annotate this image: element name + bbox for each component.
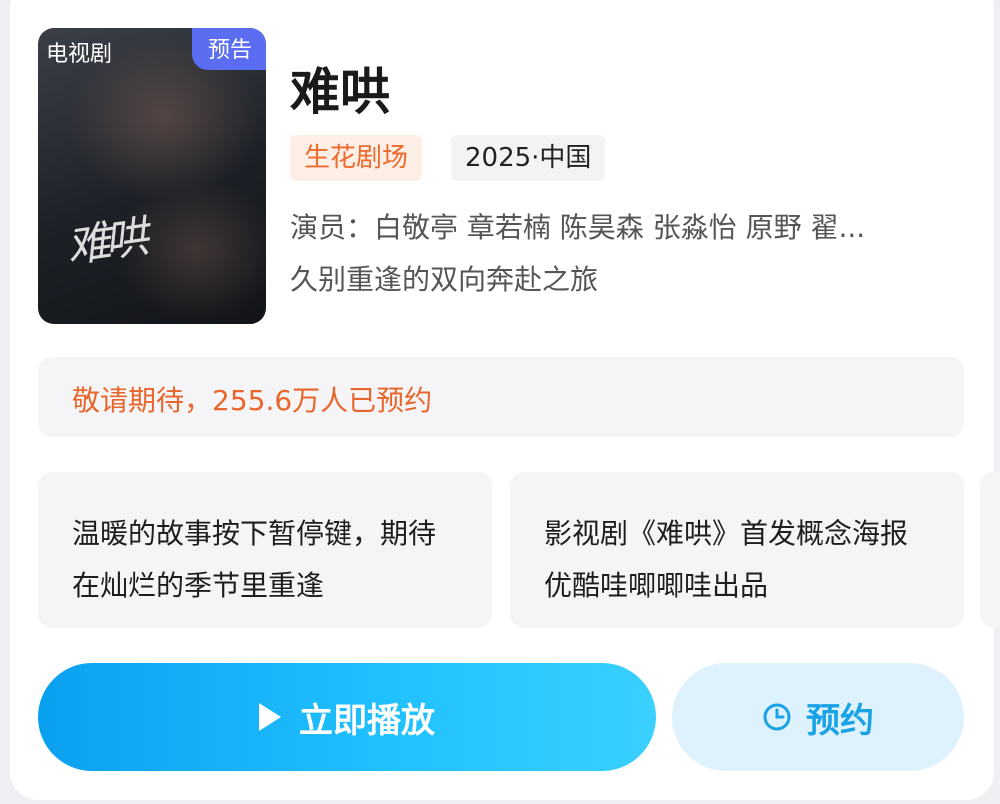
reservation-count-text: 敬请期待，255.6万人已预约 xyxy=(72,384,433,417)
play-now-label: 立即播放 xyxy=(299,700,435,741)
info-card[interactable]: 温暖的故事按下暂停键，期待在灿烂的季节里重逢 xyxy=(38,472,492,628)
preview-badge: 预告 xyxy=(191,28,266,70)
poster-image[interactable]: 电视剧 预告 难哄 xyxy=(38,28,266,324)
reserve-button[interactable]: 预约 xyxy=(672,663,964,771)
show-title: 难哄 xyxy=(290,63,390,121)
info-card[interactable]: 影视剧《难哄》首发概念海报 优酷哇唧唧哇出品 xyxy=(510,472,964,628)
cast-list: 演员：白敬亭 章若楠 陈昊森 张淼怡 原野 翟... xyxy=(290,211,866,244)
info-card-text: 温暖的故事按下暂停键，期待在灿烂的季节里重逢 xyxy=(72,517,437,602)
poster-art-text: 难哄 xyxy=(63,211,146,273)
theater-badge[interactable]: 生花剧场 xyxy=(290,135,423,181)
reservation-notice: 敬请期待，255.6万人已预约 xyxy=(38,357,964,437)
year-region-badge: 2025·中国 xyxy=(451,135,606,181)
clock-icon xyxy=(763,703,791,731)
play-now-button[interactable]: 立即播放 xyxy=(38,663,656,771)
play-icon xyxy=(259,703,281,731)
show-slogan: 久别重逢的双向奔赴之旅 xyxy=(290,263,599,296)
type-tag: 电视剧 xyxy=(46,42,113,67)
info-card-partial[interactable] xyxy=(980,472,1000,628)
reserve-label: 预约 xyxy=(806,700,874,741)
info-card-text: 影视剧《难哄》首发概念海报 优酷哇唧唧哇出品 xyxy=(544,517,909,602)
